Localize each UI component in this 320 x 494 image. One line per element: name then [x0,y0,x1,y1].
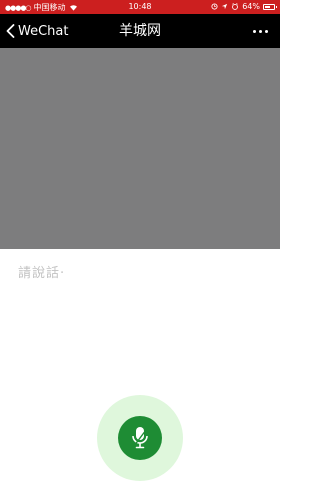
dimmed-page-overlay[interactable] [0,48,280,249]
status-bar: ●●●●○ 中国移动 10:48 64% [0,0,280,14]
back-label: WeChat [18,23,69,39]
voice-input-panel: 請說話· [0,249,280,494]
more-icon-dot [252,29,256,33]
battery-icon [263,3,277,10]
alarm-clock-icon [232,3,239,10]
navigation-bar: WeChat 羊城网 [0,14,280,48]
microphone-halo [97,395,183,481]
location-icon [222,3,228,10]
speak-prompt: 請說話· [18,266,66,281]
battery-percent: 64% [242,2,260,11]
more-icon-dot [258,29,262,33]
alarm-icon [211,3,218,10]
status-right: 64% [211,2,277,11]
back-chevron-icon [6,24,15,38]
more-button[interactable] [248,14,272,48]
back-button[interactable]: WeChat [6,14,68,48]
microphone-icon [132,427,148,449]
more-icon-dot [264,29,268,33]
microphone-button[interactable] [118,416,162,460]
